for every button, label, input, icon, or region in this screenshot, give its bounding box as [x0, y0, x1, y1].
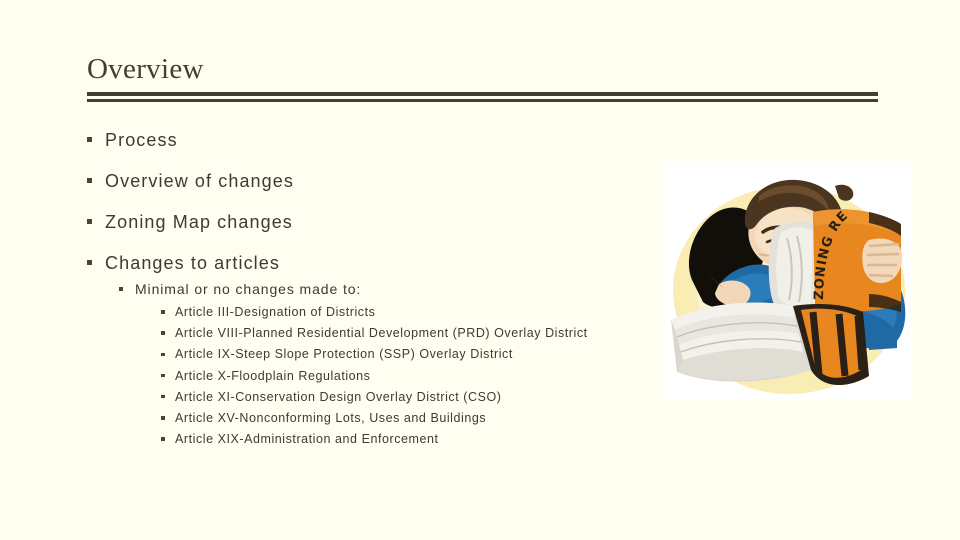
square-bullet-icon — [161, 344, 175, 365]
list-item: Article VIII-Planned Residential Develop… — [161, 323, 647, 344]
article-label: Article IX-Steep Slope Protection (SSP) … — [175, 347, 513, 362]
zoning-regulations-clipart: ZONING REGULATIONS — [663, 162, 912, 400]
list-item: Article XI-Conservation Design Overlay D… — [161, 387, 647, 408]
square-bullet-icon — [161, 429, 175, 450]
list-item: Changes to articles — [87, 251, 647, 275]
square-bullet-icon — [161, 408, 175, 429]
list-item: Overview of changes — [87, 169, 647, 193]
article-label: Article III-Designation of Districts — [175, 305, 376, 319]
bullet-label: Minimal or no changes made to: — [135, 281, 362, 297]
square-bullet-icon — [161, 323, 175, 344]
article-label: Article X-Floodplain Regulations — [175, 368, 371, 383]
list-item: Article IX-Steep Slope Protection (SSP) … — [161, 344, 647, 365]
content-body: Process Overview of changes Zoning Map c… — [87, 128, 647, 450]
square-bullet-icon — [161, 366, 175, 387]
article-label: Article VIII-Planned Residential Develop… — [175, 326, 588, 341]
title-rule-thick — [87, 92, 878, 96]
square-bullet-icon — [161, 302, 175, 323]
list-item: Zoning Map changes — [87, 210, 647, 234]
list-item: Article XV-Nonconforming Lots, Uses and … — [161, 408, 647, 429]
square-bullet-icon — [87, 169, 105, 193]
square-bullet-icon — [87, 251, 105, 275]
article-list: Article III-Designation of Districts Art… — [161, 302, 647, 450]
list-item: Article III-Designation of Districts — [161, 302, 647, 323]
square-bullet-icon — [87, 128, 105, 152]
square-bullet-icon — [119, 279, 135, 300]
article-label: Article XIX-Administration and Enforceme… — [175, 432, 439, 447]
article-label: Article XV-Nonconforming Lots, Uses and … — [175, 411, 487, 426]
bullet-label: Overview of changes — [105, 171, 294, 191]
bullet-label: Process — [105, 130, 178, 150]
list-item: Article XIX-Administration and Enforceme… — [161, 429, 647, 450]
list-item: Process — [87, 128, 647, 152]
slide: Overview Process Overview of changes Zon… — [0, 0, 960, 540]
title-rule-thin — [87, 99, 878, 102]
bullet-label: Changes to articles — [105, 253, 280, 273]
bullet-label: Zoning Map changes — [105, 212, 293, 232]
list-item: Article X-Floodplain Regulations — [161, 366, 647, 387]
title-block: Overview — [87, 52, 878, 102]
square-bullet-icon — [161, 387, 175, 408]
list-item: Minimal or no changes made to: — [119, 279, 647, 300]
page-title: Overview — [87, 53, 204, 85]
article-label: Article XI-Conservation Design Overlay D… — [175, 389, 502, 404]
square-bullet-icon — [87, 210, 105, 234]
